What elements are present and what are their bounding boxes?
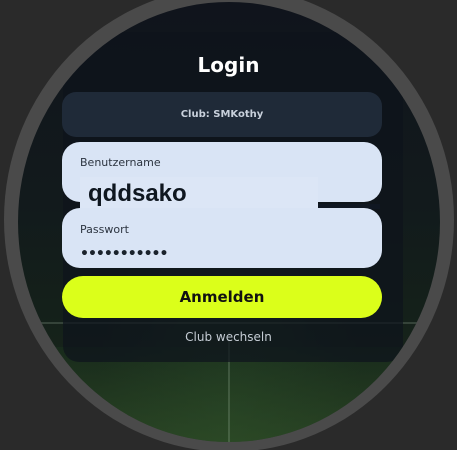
login-button[interactable]: Anmelden <box>62 276 382 318</box>
password-input[interactable]: ••••••••••• <box>80 246 168 262</box>
username-label: Benutzername <box>80 156 161 169</box>
page-title: Login <box>197 53 260 77</box>
club-selector[interactable]: Club: SMKothy <box>62 92 382 137</box>
password-label: Passwort <box>80 223 129 236</box>
club-label: Club: SMKothy <box>180 109 264 120</box>
watch-face: Login Club: SMKothy Benutzername Passwor… <box>0 0 457 450</box>
username-input[interactable] <box>80 177 318 210</box>
switch-club-link[interactable]: Club wechseln <box>0 330 457 344</box>
